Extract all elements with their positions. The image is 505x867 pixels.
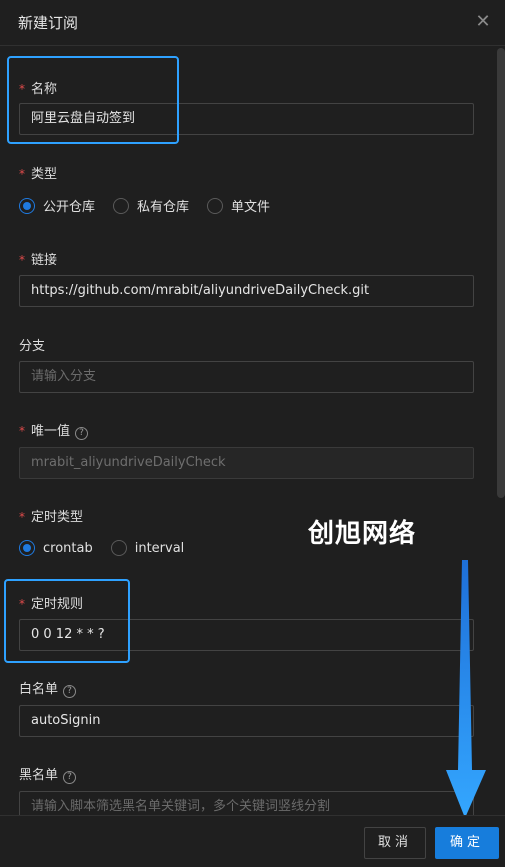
branch-label: 分支 [19,339,46,354]
schedule-option-crontab[interactable]: crontab [19,540,93,556]
required-mark: * [19,167,25,181]
unique-label: * 唯一值? [19,420,89,440]
modal-header: 新建订阅 ✕ [0,0,505,46]
help-icon[interactable]: ? [63,771,77,784]
radio-checked-icon[interactable] [19,540,35,556]
type-radio-group: 公开仓库 私有仓库 单文件 [19,196,288,215]
radio-icon[interactable] [110,540,127,556]
blacklist-input[interactable]: 请输入脚本筛选黑名单关键词，多个关键词竖线分割 [19,791,474,815]
modal-body: * 名称 阿里云盘自动签到 * 类型 公开仓库 私有仓库 单文件 * 链接 https [0,46,505,815]
help-icon[interactable]: ? [63,685,77,698]
required-mark: * [19,424,25,438]
modal-footer: 取消 确定 [0,815,505,867]
whitelist-label: 白名单? [19,678,77,698]
schedule-option-interval[interactable]: interval [110,540,184,556]
required-mark: * [19,253,25,267]
ok-button[interactable]: 确定 [435,827,499,859]
help-icon[interactable]: ? [75,427,89,440]
unique-input: mrabit_aliyundriveDailyCheck [19,447,474,479]
blacklist-label: 黑名单? [19,764,77,784]
type-label: * 类型 [19,167,58,182]
highlight-box-schedule [4,579,130,663]
link-input[interactable]: https://github.com/mrabit/aliyundriveDai… [19,275,474,307]
cancel-button[interactable]: 取消 [364,827,426,859]
required-mark: * [19,510,25,524]
highlight-box-name [7,56,179,144]
radio-icon[interactable] [207,197,224,214]
schedule-type-label: * 定时类型 [19,510,84,525]
close-icon[interactable]: ✕ [471,10,495,34]
link-label: * 链接 [19,253,58,268]
scrollbar[interactable] [497,48,505,498]
radio-checked-icon[interactable] [19,197,35,214]
branch-input[interactable]: 请输入分支 [19,361,474,393]
type-option-public[interactable]: 公开仓库 [19,196,95,215]
type-option-private[interactable]: 私有仓库 [113,196,189,215]
watermark-text: 创旭网络 [308,519,417,549]
whitelist-input[interactable]: autoSignin [19,705,474,737]
type-option-file[interactable]: 单文件 [207,196,270,215]
radio-icon[interactable] [113,197,130,214]
modal-title: 新建订阅 [18,14,79,32]
subscription-modal: 新建订阅 ✕ *名称 阿里云盘自动签到 *类型 公开仓库 私有仓库 单文件 [0,0,505,867]
arrow-down-icon [446,560,486,818]
schedule-type-radio-group: crontab interval [19,540,202,556]
